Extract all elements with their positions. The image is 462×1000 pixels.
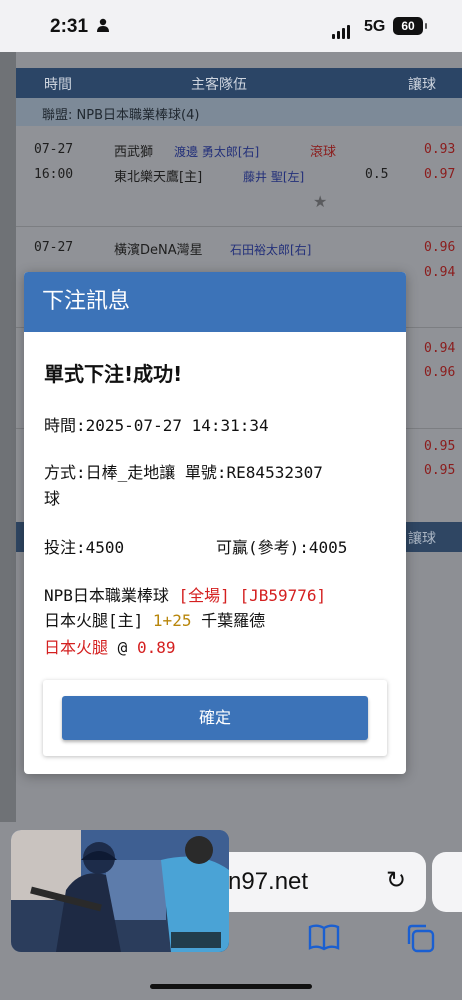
odds-value[interactable]: 0.94: [424, 265, 455, 280]
dialog-header: 下注訊息: [24, 272, 406, 332]
odds-value[interactable]: 0.96: [424, 365, 455, 380]
tab-preview[interactable]: [432, 852, 462, 912]
bet-home-team: 日本火腿[主]: [44, 611, 144, 630]
header-teams: 主客隊伍: [191, 77, 247, 93]
handicap-line: 0.5: [365, 167, 389, 182]
video-frame-image: [11, 830, 229, 952]
pitcher-home: 石田裕太郎[右]: [230, 243, 312, 257]
bet-league: NPB日本職業棒球: [44, 586, 169, 605]
odds-value[interactable]: 0.96: [424, 240, 455, 255]
battery-icon: 60: [393, 17, 423, 35]
header-handicap: 讓球: [408, 77, 436, 93]
bet-handicap: 1+25: [152, 611, 192, 630]
bet-pick-team: 日本火腿: [44, 638, 109, 657]
status-time: 2:31: [50, 16, 89, 37]
status-bar: 2:31 5G 60: [0, 0, 462, 52]
reload-icon[interactable]: ↻: [386, 866, 406, 894]
pitcher-away: 藤井 聖[左]: [243, 170, 305, 184]
bet-method-cont: 球: [44, 489, 61, 508]
signal-icon: [332, 20, 352, 39]
header-time: 時間: [44, 77, 72, 93]
bet-at-symbol: @: [117, 638, 128, 657]
picture-in-picture-video[interactable]: [11, 830, 229, 952]
league-label: 聯盟: NPB日本職業棒球(4): [42, 108, 200, 123]
bookmarks-icon[interactable]: [307, 922, 341, 952]
bet-success-dialog: 下注訊息 單式下注!成功! 時間:2025-07-27 14:31:34 方式:…: [24, 272, 406, 774]
match-date: 07-27: [34, 142, 74, 157]
team-home: 橫濱DeNA灣星: [114, 243, 203, 258]
network-label: 5G: [364, 18, 386, 35]
confirm-card: 確定: [43, 680, 387, 756]
odds-value[interactable]: 0.97: [424, 167, 455, 182]
confirm-button[interactable]: 確定: [62, 696, 368, 740]
match-date: 07-27: [34, 240, 74, 255]
header-handicap-secondary: 讓球: [408, 531, 436, 547]
bet-match-line: 日本火腿[主] 1+25 千葉羅德: [44, 607, 265, 631]
bet-pick-odds: 0.89: [136, 638, 176, 657]
odds-value[interactable]: 0.95: [424, 463, 455, 478]
battery-tip: [425, 23, 427, 29]
odds-value[interactable]: 0.95: [424, 439, 455, 454]
team-home: 西武獅: [114, 145, 154, 160]
bet-away-team: 千葉羅德: [201, 611, 266, 630]
live-badge: 滾球: [310, 145, 337, 160]
pitcher-home: 渡邊 勇太郎[右]: [174, 145, 260, 159]
bet-league-line: NPB日本職業棒球 [全場] [JB59776]: [44, 582, 326, 606]
person-icon: [97, 18, 109, 32]
bet-potential-win: 可贏(參考):4005: [216, 538, 348, 557]
odds-value[interactable]: 0.94: [424, 341, 455, 356]
tabs-icon[interactable]: [404, 922, 438, 954]
star-icon[interactable]: ★: [313, 192, 327, 211]
bet-stake: 投注:4500: [44, 538, 125, 557]
bet-pick-line: 日本火腿 @ 0.89: [44, 634, 175, 658]
table-header: 時間 主客隊伍 讓球: [16, 68, 462, 98]
home-indicator: [150, 984, 312, 989]
bet-id-tag: [JB59776]: [239, 586, 327, 605]
match-row[interactable]: 07-27 16:00 西武獅 渡邊 勇太郎[右] 滾球 東北樂天鷹[主] 藤井…: [16, 126, 462, 227]
team-away: 東北樂天鷹[主]: [114, 170, 203, 185]
match-time: 16:00: [34, 167, 74, 182]
odds-value[interactable]: 0.93: [424, 142, 455, 157]
bet-time: 時間:2025-07-27 14:31:34: [44, 416, 269, 435]
url-text[interactable]: n97.net: [228, 868, 308, 896]
league-row[interactable]: 聯盟: NPB日本職業棒球(4): [16, 98, 462, 126]
bet-method: 方式:日棒_走地讓 單號:RE84532307: [44, 463, 323, 482]
bet-scope-tag: [全場]: [178, 586, 230, 605]
dialog-title: 單式下注!成功!: [44, 362, 183, 386]
